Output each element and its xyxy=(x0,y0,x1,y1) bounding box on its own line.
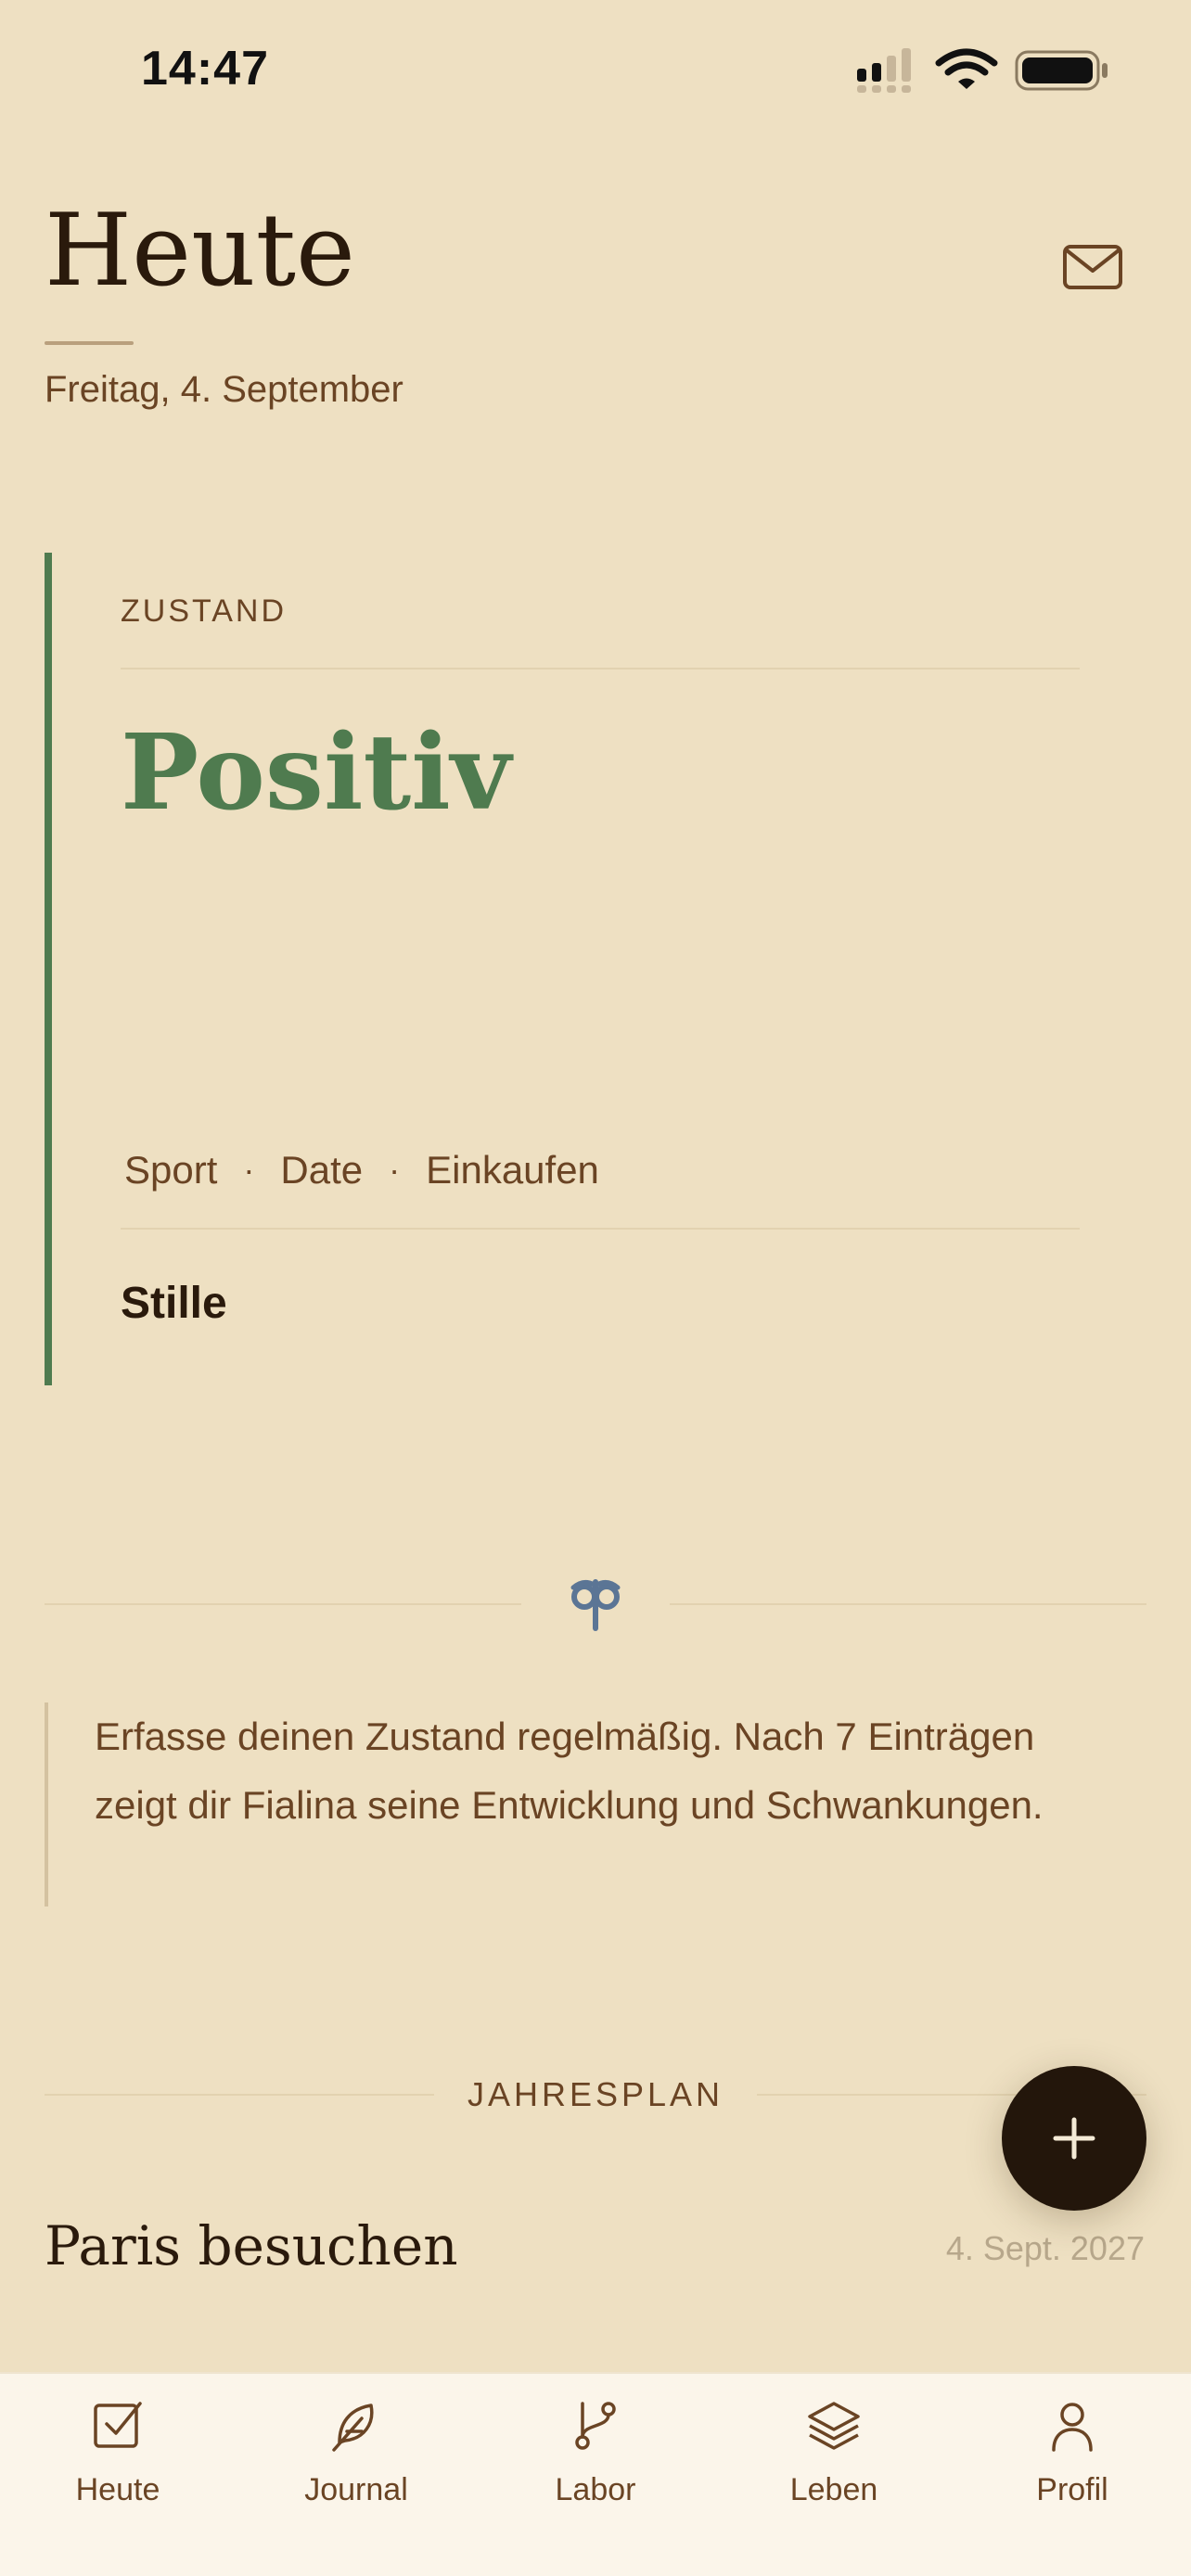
tab-label: Profil xyxy=(1036,2472,1108,2507)
state-card-accent-bar xyxy=(45,553,52,1385)
status-time: 14:47 xyxy=(141,42,269,96)
tag-separator: · xyxy=(389,1151,401,1189)
mail-button[interactable] xyxy=(1057,237,1128,297)
tab-label: Leben xyxy=(789,2472,878,2507)
tab-profil[interactable]: Profil xyxy=(970,2396,1174,2535)
layers-icon xyxy=(808,2402,860,2450)
person-icon xyxy=(1052,2403,1093,2452)
tag-item[interactable]: Einkaufen xyxy=(426,1148,599,1192)
ornament-line-right xyxy=(670,1603,1146,1605)
owl-ornament-icon xyxy=(566,1575,625,1634)
tag-separator: · xyxy=(243,1151,255,1189)
state-note[interactable]: Stille xyxy=(121,1278,227,1329)
hint-text: Erfasse deinen Zustand regelmäßig. Nach … xyxy=(95,1715,1044,1827)
divider xyxy=(121,1228,1080,1230)
tab-bar: Heute Journal Labor Leben Profil xyxy=(0,2372,1191,2576)
signal-wifi-battery-icons xyxy=(857,48,1108,93)
page-date: Freitag, 4. September xyxy=(45,369,403,410)
divider xyxy=(121,668,1080,670)
tag-list: Sport · Date · Einkaufen xyxy=(124,1148,599,1192)
add-button[interactable] xyxy=(1002,2066,1146,2211)
branch-icon xyxy=(575,2402,616,2450)
tab-labor[interactable]: Labor xyxy=(493,2396,698,2535)
plus-icon xyxy=(1053,2117,1095,2160)
page-title: Heute xyxy=(45,193,355,309)
hint-quote-bar xyxy=(45,1702,48,1906)
ornament-line-left xyxy=(45,1603,521,1605)
tab-heute[interactable]: Heute xyxy=(16,2396,220,2535)
section-line-left xyxy=(45,2094,434,2096)
tab-leben[interactable]: Leben xyxy=(732,2396,936,2535)
section-heading-jahresplan: JAHRESPLAN xyxy=(467,2075,724,2113)
state-value[interactable]: Positiv xyxy=(121,716,511,830)
goal-date: 4. Sept. 2027 xyxy=(945,2229,1145,2267)
tab-label: Heute xyxy=(75,2472,160,2507)
tag-item[interactable]: Sport xyxy=(124,1148,217,1192)
tag-item[interactable]: Date xyxy=(280,1148,363,1192)
tab-label: Journal xyxy=(304,2472,408,2507)
checkbox-icon xyxy=(94,2402,142,2448)
feather-icon xyxy=(332,2404,374,2452)
goal-title[interactable]: Paris besuchen xyxy=(45,2214,458,2277)
state-card-label: ZUSTAND xyxy=(121,593,288,629)
status-icons xyxy=(853,46,1113,96)
title-underline xyxy=(45,341,134,345)
tab-journal[interactable]: Journal xyxy=(254,2396,458,2535)
mail-icon xyxy=(1063,245,1122,289)
tab-label: Labor xyxy=(555,2472,636,2507)
